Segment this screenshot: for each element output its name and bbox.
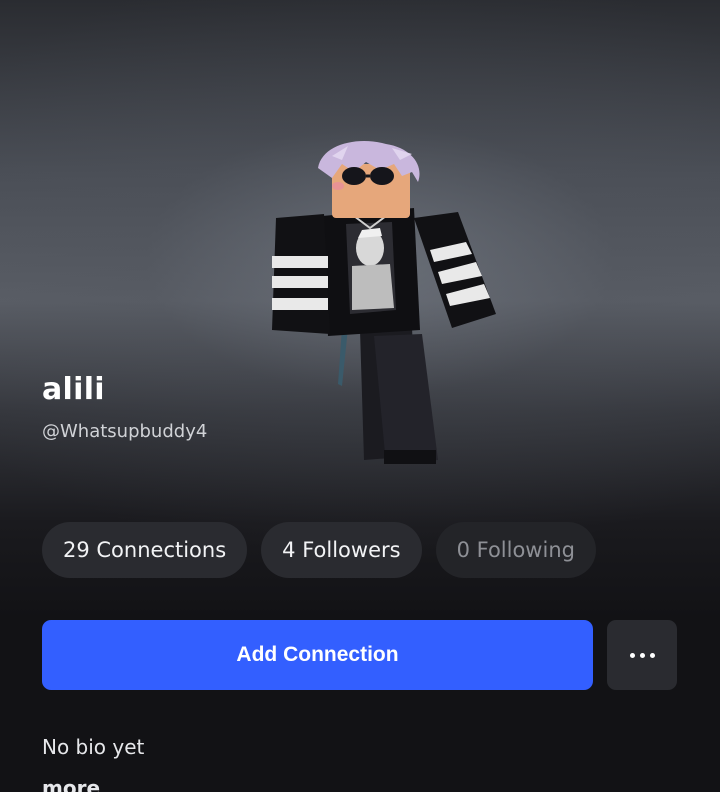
action-row: Add Connection (42, 620, 677, 690)
bio-more-link[interactable]: more (42, 776, 100, 792)
followers-pill[interactable]: 4 Followers (261, 522, 422, 578)
stats-row: 29 Connections 4 Followers 0 Following (42, 522, 596, 578)
username: @Whatsupbuddy4 (42, 421, 208, 442)
connections-pill[interactable]: 29 Connections (42, 522, 248, 578)
more-options-button[interactable] (607, 620, 677, 690)
display-name: alili (42, 372, 105, 407)
bio-text: No bio yet (42, 735, 145, 759)
avatar-3d-character (272, 141, 496, 464)
add-connection-button[interactable]: Add Connection (42, 620, 593, 690)
ellipsis-icon (629, 652, 655, 658)
following-pill[interactable]: 0 Following (435, 522, 596, 578)
